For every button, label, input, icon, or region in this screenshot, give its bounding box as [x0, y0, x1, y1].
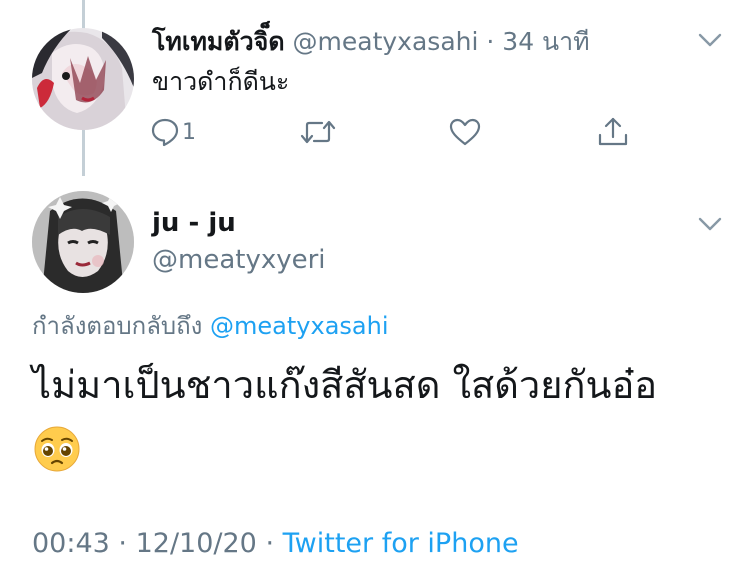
chevron-down-icon[interactable] — [696, 214, 724, 234]
replying-to: กำลังตอบกลับถึง @meatyxasahi — [32, 310, 389, 342]
reply-count: 1 — [182, 119, 196, 145]
avatar-image — [32, 191, 134, 293]
tweet-time[interactable]: 00:43 — [32, 528, 110, 559]
chevron-down-icon[interactable] — [696, 30, 724, 50]
avatar-image — [32, 28, 134, 130]
tweet-source-link[interactable]: Twitter for iPhone — [283, 528, 519, 559]
reply-icon — [151, 118, 179, 147]
avatar[interactable] — [32, 191, 134, 293]
avatar[interactable] — [32, 28, 134, 130]
tweet-date[interactable]: 12/10/20 — [136, 528, 257, 559]
display-name[interactable]: ju - ju — [152, 207, 236, 239]
retweet-button[interactable] — [300, 112, 336, 152]
separator: · — [486, 27, 495, 56]
tweet-text: ไม่มาเป็นชาวแก๊งสีสันสด ใสด้วยกันอ๋อ — [32, 363, 658, 407]
display-name[interactable]: โทเทมตัวจิ็ด — [152, 27, 285, 56]
share-button[interactable] — [596, 112, 630, 152]
tweet-header: โทเทมตัวจิ็ด @meatyxasahi · 34 นาที — [152, 26, 590, 58]
timestamp[interactable]: 34 นาที — [502, 27, 589, 56]
separator: · — [118, 528, 127, 559]
mention-link[interactable]: @meatyxasahi — [210, 312, 388, 340]
retweet-icon — [300, 120, 336, 144]
pleading-face-emoji — [32, 424, 82, 474]
heart-icon — [449, 118, 481, 146]
user-handle[interactable]: @meatyxasahi — [293, 27, 479, 56]
like-button[interactable] — [448, 112, 482, 152]
reply-button[interactable]: 1 — [150, 112, 196, 152]
tweet-metadata: 00:43 · 12/10/20 · Twitter for iPhone — [32, 526, 519, 562]
tweet-actions: 1 — [150, 112, 650, 152]
tweet-text: ขาวดำก็ดีนะ — [152, 67, 290, 96]
user-handle[interactable]: @meatyxyeri — [152, 244, 326, 276]
share-icon — [598, 117, 628, 146]
replying-prefix: กำลังตอบกลับถึง — [32, 312, 203, 340]
separator: · — [265, 528, 275, 559]
